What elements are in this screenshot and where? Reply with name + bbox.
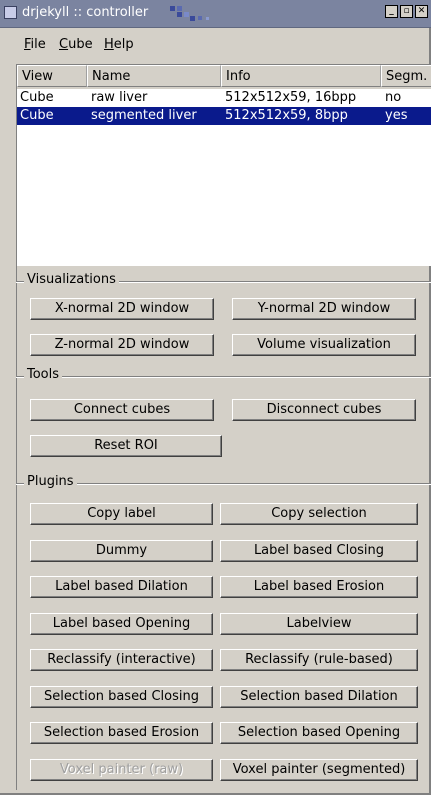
title-bar[interactable]: drjekyll :: controller _ ▫ ✕ bbox=[0, 0, 431, 28]
y-normal-2d-window-button[interactable]: Y-normal 2D window bbox=[232, 298, 416, 320]
cell-info: 512x512x59, 8bpp bbox=[225, 108, 348, 123]
plugin-button-label-based-dilation[interactable]: Label based Dilation bbox=[30, 576, 213, 598]
cell-segm: yes bbox=[385, 108, 408, 123]
minimize-button[interactable]: _ bbox=[385, 5, 398, 18]
plugin-button-label-based-opening[interactable]: Label based Opening bbox=[30, 613, 213, 635]
cell-name: raw liver bbox=[91, 90, 148, 105]
menu-file[interactable]: File bbox=[24, 37, 46, 52]
tools-title: Tools bbox=[24, 367, 63, 382]
plugin-button-selection-based-dilation[interactable]: Selection based Dilation bbox=[220, 686, 418, 708]
volume-visualization-button[interactable]: Volume visualization bbox=[232, 334, 416, 356]
x-normal-2d-window-button[interactable]: X-normal 2D window bbox=[30, 298, 214, 320]
cell-name: segmented liver bbox=[91, 108, 197, 123]
app-icon bbox=[4, 6, 17, 19]
column-header-name[interactable]: Name bbox=[87, 65, 221, 87]
connect-cubes-button[interactable]: Connect cubes bbox=[30, 399, 214, 421]
cell-segm: no bbox=[385, 90, 402, 105]
plugin-button-reclassify-interactive[interactable]: Reclassify (interactive) bbox=[30, 649, 213, 671]
menu-cube[interactable]: Cube bbox=[59, 37, 93, 52]
window-title: drjekyll :: controller bbox=[22, 5, 149, 20]
plugin-button-voxel-painter-raw[interactable]: Voxel painter (raw) bbox=[30, 759, 213, 781]
plugin-button-label-based-erosion[interactable]: Label based Erosion bbox=[220, 576, 418, 598]
table-row-selected[interactable]: Cube segmented liver 512x512x59, 8bpp ye… bbox=[17, 107, 431, 125]
menu-help[interactable]: Help bbox=[104, 37, 134, 52]
table-row[interactable]: Cube raw liver 512x512x59, 16bpp no bbox=[17, 89, 431, 107]
plugin-button-voxel-painter-segmented[interactable]: Voxel painter (segmented) bbox=[220, 759, 418, 781]
cell-view: Cube bbox=[20, 90, 54, 105]
menu-bar: File Cube Help bbox=[0, 31, 431, 59]
plugin-button-reclassify-rule-based[interactable]: Reclassify (rule-based) bbox=[220, 649, 418, 671]
maximize-button[interactable]: ▫ bbox=[400, 5, 413, 18]
plugins-title: Plugins bbox=[24, 474, 77, 489]
plugin-button-copy-label[interactable]: Copy label bbox=[30, 503, 213, 525]
plugin-button-copy-selection[interactable]: Copy selection bbox=[220, 503, 418, 525]
z-normal-2d-window-button[interactable]: Z-normal 2D window bbox=[30, 334, 214, 356]
plugin-button-labelview[interactable]: Labelview bbox=[220, 613, 418, 635]
disconnect-cubes-button[interactable]: Disconnect cubes bbox=[232, 399, 416, 421]
cell-info: 512x512x59, 16bpp bbox=[225, 90, 357, 105]
column-header-segm[interactable]: Segm. bbox=[381, 65, 431, 87]
plugin-button-selection-based-erosion[interactable]: Selection based Erosion bbox=[30, 722, 213, 744]
plugin-button-dummy[interactable]: Dummy bbox=[30, 540, 213, 562]
cube-list[interactable]: View Name Info Segm. Cube raw liver 512x… bbox=[16, 64, 431, 266]
visualizations-title: Visualizations bbox=[24, 272, 119, 287]
column-header-info[interactable]: Info bbox=[221, 65, 381, 87]
column-header-view[interactable]: View bbox=[17, 65, 87, 87]
close-button[interactable]: ✕ bbox=[415, 5, 428, 18]
plugin-button-selection-based-opening[interactable]: Selection based Opening bbox=[220, 722, 418, 744]
reset-roi-button[interactable]: Reset ROI bbox=[30, 435, 222, 457]
plugin-button-selection-based-closing[interactable]: Selection based Closing bbox=[30, 686, 213, 708]
controller-window: drjekyll :: controller _ ▫ ✕ File Cube H… bbox=[0, 0, 431, 795]
titlebar-decoration-icon bbox=[170, 6, 209, 21]
plugin-button-label-based-closing[interactable]: Label based Closing bbox=[220, 540, 418, 562]
cell-view: Cube bbox=[20, 108, 54, 123]
list-header: View Name Info Segm. bbox=[17, 65, 431, 89]
